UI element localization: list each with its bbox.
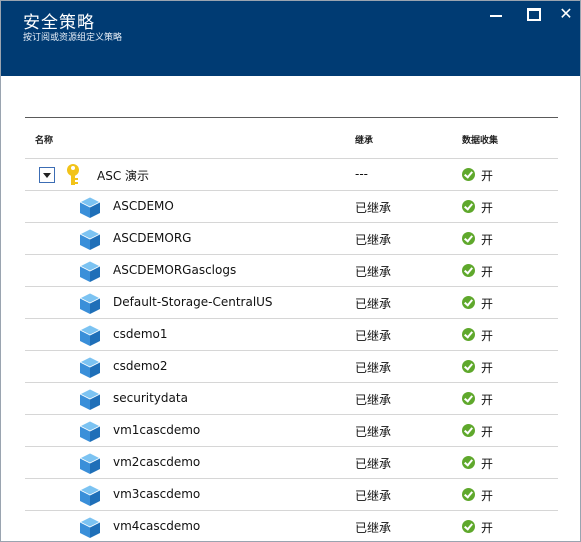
row-name: securitydata — [113, 391, 188, 405]
resource-group-cube-icon — [79, 484, 101, 506]
table-row[interactable]: vm1cascdemo 已继承 开 — [25, 415, 558, 447]
table-row[interactable]: ASCDEMORGasclogs 已继承 开 — [25, 255, 558, 287]
table-row[interactable]: vm2cascdemo 已继承 开 — [25, 447, 558, 479]
resource-group-cube-icon — [79, 260, 101, 282]
row-inherit: 已继承 — [355, 489, 392, 503]
row-collect: 开 — [481, 361, 494, 375]
resource-group-cube-icon — [79, 356, 101, 378]
row-inherit: --- — [355, 167, 368, 181]
row-name: ASCDEMORG — [113, 231, 192, 245]
resource-group-cube-icon — [79, 516, 101, 538]
row-collect: 开 — [481, 457, 494, 471]
row-collect: 开 — [481, 169, 494, 183]
table-row[interactable]: csdemo2 已继承 开 — [25, 351, 558, 383]
table-row-root[interactable]: ASC 演示 --- 开 — [25, 159, 558, 191]
row-name: ASCDEMORGasclogs — [113, 263, 237, 277]
row-name: vm4cascdemo — [113, 519, 201, 533]
page-subtitle: 按订阅或资源组定义策略 — [23, 33, 123, 43]
resource-group-cube-icon — [79, 324, 101, 346]
policy-table: 名称 继承 数据收集 ASC 演示 --- 开 ASCDEMO 已继承 开 AS… — [25, 117, 558, 541]
green-check-icon — [462, 200, 475, 213]
row-inherit: 已继承 — [355, 457, 392, 471]
row-collect: 开 — [481, 521, 494, 535]
resource-group-cube-icon — [79, 292, 101, 314]
row-name: csdemo1 — [113, 327, 168, 341]
resource-group-cube-icon — [79, 420, 101, 442]
close-button[interactable]: ✕ — [557, 6, 575, 22]
green-check-icon — [462, 232, 475, 245]
blade-header: 安全策略 按订阅或资源组定义策略 ✕ — [1, 1, 580, 76]
row-name: vm2cascdemo — [113, 455, 201, 469]
collapse-toggle[interactable] — [39, 167, 55, 183]
row-name: vm1cascdemo — [113, 423, 201, 437]
maximize-button[interactable] — [525, 7, 543, 21]
row-inherit: 已继承 — [355, 265, 392, 279]
green-check-icon — [462, 296, 475, 309]
green-check-icon — [462, 360, 475, 373]
row-collect: 开 — [481, 233, 494, 247]
row-inherit: 已继承 — [355, 297, 392, 311]
table-row[interactable]: vm3cascdemo 已继承 开 — [25, 479, 558, 511]
green-check-icon — [462, 424, 475, 437]
row-inherit: 已继承 — [355, 361, 392, 375]
resource-group-cube-icon — [79, 452, 101, 474]
column-header-name[interactable]: 名称 — [35, 133, 53, 146]
row-collect: 开 — [481, 201, 494, 215]
row-collect: 开 — [481, 425, 494, 439]
key-icon — [67, 164, 79, 185]
table-header: 名称 继承 数据收集 — [25, 118, 558, 159]
row-inherit: 已继承 — [355, 393, 392, 407]
row-name: Default-Storage-CentralUS — [113, 295, 273, 309]
security-policy-blade: 安全策略 按订阅或资源组定义策略 ✕ 名称 继承 数据收集 ASC 演示 ---… — [0, 0, 581, 542]
resource-group-cube-icon — [79, 228, 101, 250]
green-check-icon — [462, 392, 475, 405]
green-check-icon — [462, 328, 475, 341]
table-row[interactable]: Default-Storage-CentralUS 已继承 开 — [25, 287, 558, 319]
green-check-icon — [462, 456, 475, 469]
row-inherit: 已继承 — [355, 201, 392, 215]
table-row[interactable]: vm4cascdemo 已继承 开 — [25, 511, 558, 541]
resource-group-cube-icon — [79, 388, 101, 410]
row-name: csdemo2 — [113, 359, 168, 373]
row-collect: 开 — [481, 297, 494, 311]
table-row[interactable]: ASCDEMO 已继承 开 — [25, 191, 558, 223]
row-collect: 开 — [481, 393, 494, 407]
green-check-icon — [462, 168, 475, 181]
green-check-icon — [462, 520, 475, 533]
row-name: ASC 演示 — [97, 169, 150, 183]
row-collect: 开 — [481, 329, 494, 343]
row-inherit: 已继承 — [355, 425, 392, 439]
table-row[interactable]: securitydata 已继承 开 — [25, 383, 558, 415]
row-collect: 开 — [481, 489, 494, 503]
green-check-icon — [462, 264, 475, 277]
row-inherit: 已继承 — [355, 521, 392, 535]
column-header-inherit[interactable]: 继承 — [355, 133, 373, 146]
table-row[interactable]: csdemo1 已继承 开 — [25, 319, 558, 351]
row-inherit: 已继承 — [355, 329, 392, 343]
resource-group-cube-icon — [79, 196, 101, 218]
row-collect: 开 — [481, 265, 494, 279]
column-header-collect[interactable]: 数据收集 — [462, 133, 498, 146]
minimize-button[interactable] — [487, 7, 505, 21]
row-name: ASCDEMO — [113, 199, 174, 213]
row-name: vm3cascdemo — [113, 487, 201, 501]
table-row[interactable]: ASCDEMORG 已继承 开 — [25, 223, 558, 255]
row-inherit: 已继承 — [355, 233, 392, 247]
green-check-icon — [462, 488, 475, 501]
